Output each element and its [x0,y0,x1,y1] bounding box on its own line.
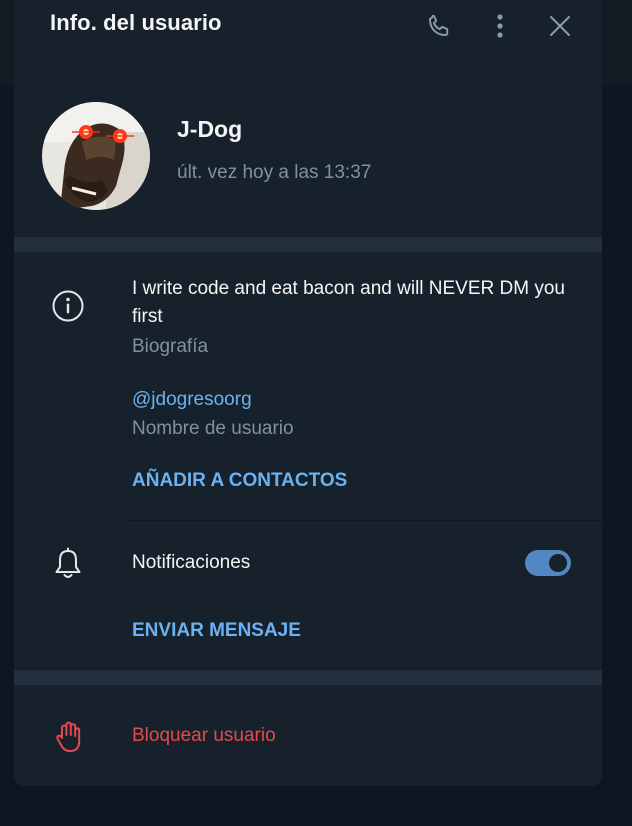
notifications-toggle[interactable] [525,550,571,576]
bio-label: Biografía [132,336,209,357]
call-button[interactable] [421,8,457,44]
toggle-knob [547,552,569,574]
profile-name: J-Dog [177,116,243,142]
user-info-dialog: Info. del usuario J-Dog últ. vez hoy a l… [14,0,602,786]
dialog-title: Info. del usuario [50,10,222,35]
phone-icon [429,14,449,36]
hand-stop-icon [56,721,81,752]
divider [128,520,602,521]
close-icon [550,16,570,36]
more-vertical-icon [497,14,503,38]
last-seen-status: últ. vez hoy a las 13:37 [177,162,372,183]
bell-icon [55,547,81,578]
section-separator [14,237,602,252]
info-icon [52,290,84,322]
profile-section: J-Dog últ. vez hoy a las 13:37 [14,100,602,220]
dialog-header: Info. del usuario [14,0,602,52]
avatar-image [42,102,150,210]
username-link[interactable]: @jdogresoorg [132,386,252,414]
section-separator [14,670,602,685]
notifications-label: Notificaciones [132,552,251,573]
send-message-button[interactable]: ENVIAR MENSAJE [132,620,301,642]
username-label: Nombre de usuario [132,418,294,439]
more-button[interactable] [482,8,518,44]
close-button[interactable] [542,8,578,44]
avatar[interactable] [42,102,150,210]
add-contact-button[interactable]: AÑADIR A CONTACTOS [132,470,347,492]
block-user-button[interactable]: Bloquear usuario [132,725,276,747]
bio-text: I write code and eat bacon and will NEVE… [132,278,565,327]
